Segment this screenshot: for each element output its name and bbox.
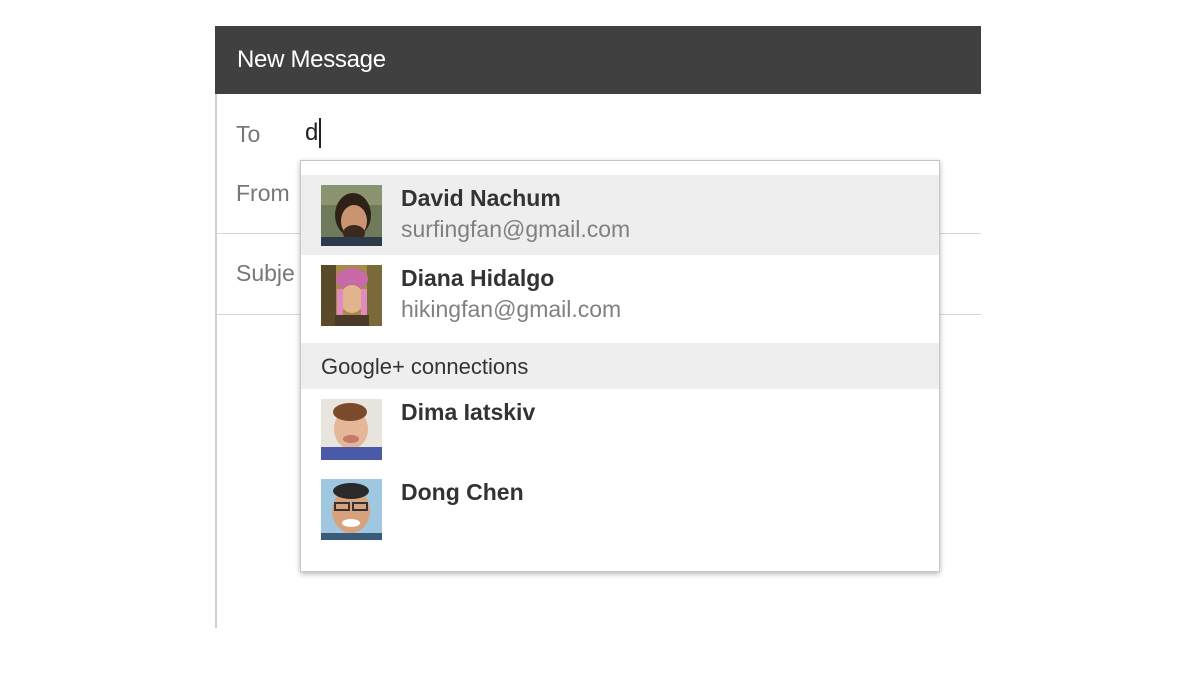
compose-header: New Message xyxy=(215,26,981,94)
compose-title: New Message xyxy=(237,46,386,73)
contact-name: Diana Hidalgo xyxy=(401,265,555,291)
autocomplete-dropdown: David Nachum surfingfan@gmail.com Diana … xyxy=(300,160,940,572)
contact-name: David Nachum xyxy=(401,185,561,211)
suggestion-item-david-nachum[interactable]: David Nachum surfingfan@gmail.com xyxy=(301,175,939,255)
contact-email: hikingfan@gmail.com xyxy=(401,296,622,322)
suggestion-item-dima-iatskiv[interactable]: Dima Iatskiv xyxy=(301,389,939,469)
contact-email: surfingfan@gmail.com xyxy=(401,216,631,242)
suggestion-item-diana-hidalgo[interactable]: Diana Hidalgo hikingfan@gmail.com xyxy=(301,255,939,341)
subject-label: Subje xyxy=(236,260,295,286)
contact-name: Dima Iatskiv xyxy=(401,399,536,425)
avatar xyxy=(321,185,382,246)
section-header-google-plus: Google+ connections xyxy=(301,343,939,389)
avatar xyxy=(321,265,382,326)
from-label: From xyxy=(236,180,290,206)
to-input[interactable]: d xyxy=(305,118,322,148)
to-label: To xyxy=(236,121,261,147)
contact-name: Dong Chen xyxy=(401,479,524,505)
to-input-value: d xyxy=(305,119,319,146)
text-caret xyxy=(319,118,322,148)
avatar xyxy=(321,399,382,460)
section-label: Google+ connections xyxy=(321,354,529,379)
avatar xyxy=(321,479,382,540)
suggestion-item-dong-chen[interactable]: Dong Chen xyxy=(301,469,939,549)
